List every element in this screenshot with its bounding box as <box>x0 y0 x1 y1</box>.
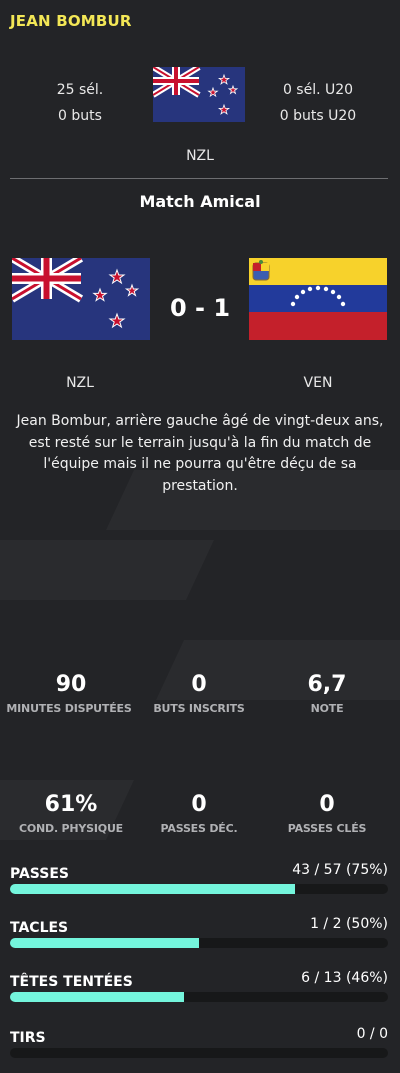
bar-headers-label: TÊTES TENTÉES <box>10 974 133 990</box>
player-caps: 25 sél. <box>56 82 104 98</box>
player-goals-u20: 0 buts U20 <box>279 108 357 124</box>
bar-tackles-track <box>10 938 388 948</box>
stat-assists-value: 0 <box>191 792 207 817</box>
stat-condition-value: 61% <box>44 792 98 817</box>
bar-passes-label: PASSES <box>10 866 69 882</box>
background-stripe <box>0 540 214 600</box>
player-caps-u20: 0 sél. U20 <box>282 82 354 98</box>
away-team-label: VEN <box>303 375 333 391</box>
bar-tackles-fill <box>10 938 199 948</box>
player-nation: NZL <box>186 148 214 164</box>
home-team-label: NZL <box>66 375 94 391</box>
bar-headers-track <box>10 992 388 1002</box>
match-score: 0 - 1 <box>169 294 231 322</box>
match-description: Jean Bombur, arrière gauche âgé de vingt… <box>16 413 384 494</box>
bar-shots-value: 0 / 0 <box>356 1026 388 1042</box>
stat-assists-label: PASSES DÉC. <box>160 822 238 835</box>
bar-passes-track <box>10 884 388 894</box>
header-divider <box>10 178 388 179</box>
bar-passes-fill <box>10 884 295 894</box>
stat-rating-value: 6,7 <box>307 672 347 697</box>
new-zealand-flag-icon <box>153 67 245 122</box>
stat-condition-label: COND. PHYSIQUE <box>18 822 123 835</box>
venezuela-flag-icon <box>249 258 387 340</box>
stat-minutes-label: MINUTES DISPUTÉES <box>6 702 132 715</box>
stat-key-passes-label: PASSES CLÉS <box>287 822 367 835</box>
bar-shots-label: TIRS <box>10 1030 46 1046</box>
stat-goals-value: 0 <box>191 672 207 697</box>
bar-headers-value: 6 / 13 (46%) <box>301 970 388 986</box>
player-goals: 0 buts <box>58 108 102 124</box>
new-zealand-flag-icon <box>12 258 150 340</box>
bar-passes-value: 43 / 57 (75%) <box>292 862 388 878</box>
stat-goals-label: BUTS INSCRITS <box>153 702 245 715</box>
stat-key-passes-value: 0 <box>319 792 335 817</box>
stat-rating-label: NOTE <box>310 702 344 715</box>
player-name: JEAN BOMBUR <box>10 12 132 30</box>
bar-tackles-label: TACLES <box>10 920 69 936</box>
bar-tackles-value: 1 / 2 (50%) <box>310 916 388 932</box>
stat-minutes-value: 90 <box>55 672 87 697</box>
bar-headers-fill <box>10 992 184 1002</box>
match-title: Match Amical <box>139 192 261 211</box>
bar-shots-track <box>10 1048 388 1058</box>
